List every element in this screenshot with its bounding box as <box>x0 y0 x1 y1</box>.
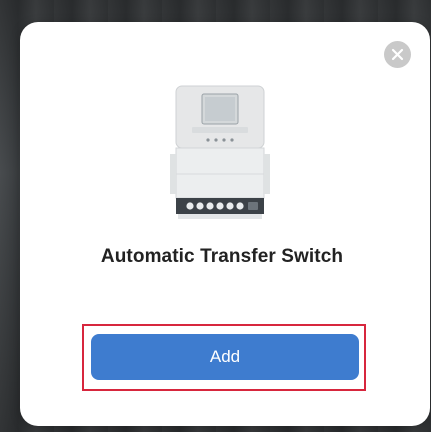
device-label-strip <box>192 127 248 133</box>
device-middle-body <box>175 147 265 199</box>
device-screen-inner <box>205 97 235 121</box>
device-side-rail <box>170 154 176 194</box>
device-button <box>230 138 234 142</box>
device-side-rail <box>264 154 270 194</box>
device-button <box>206 138 210 142</box>
device-terminal <box>196 202 204 210</box>
device-image <box>170 85 270 219</box>
device-title: Automatic Transfer Switch <box>100 246 344 267</box>
device-button <box>222 138 226 142</box>
device-terminal <box>216 202 224 210</box>
device-terminal <box>236 202 244 210</box>
device-terminal-small <box>248 202 258 210</box>
device-terminal <box>226 202 234 210</box>
add-button[interactable]: Add <box>91 334 359 380</box>
close-button[interactable] <box>384 41 411 68</box>
device-terminal <box>206 202 214 210</box>
close-icon <box>391 48 404 61</box>
device-base <box>178 214 262 219</box>
device-terminal <box>186 202 194 210</box>
device-button <box>214 138 218 142</box>
